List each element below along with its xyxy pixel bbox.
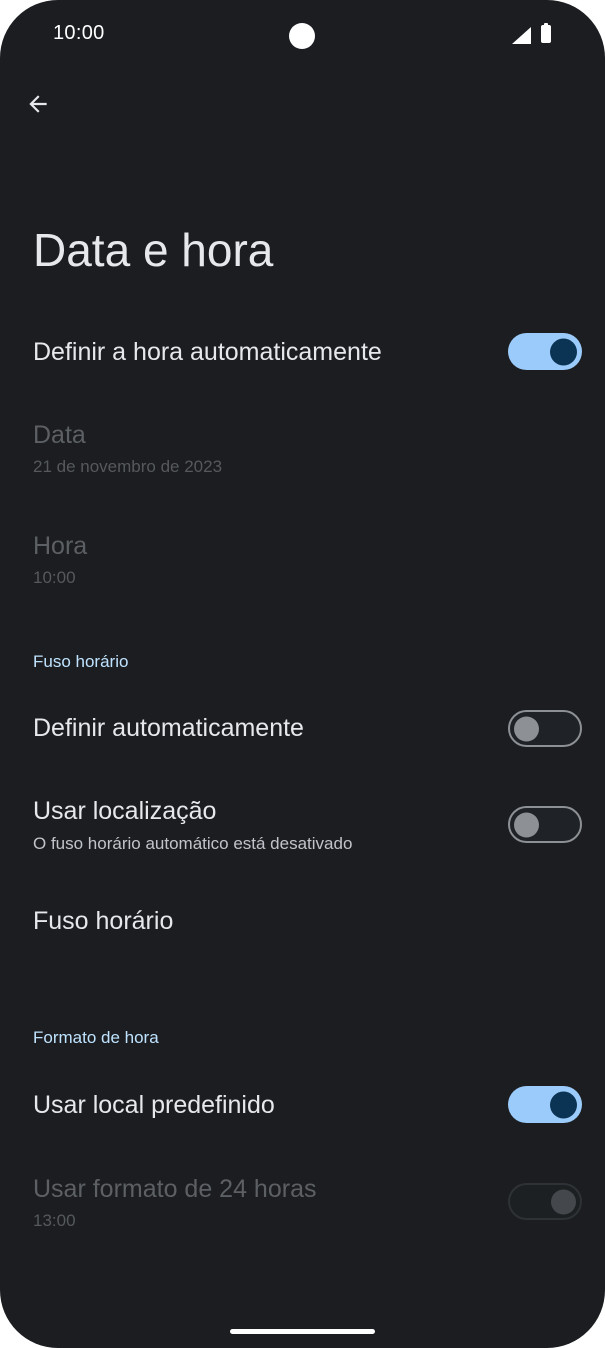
auto-timezone-row[interactable]: Definir automaticamente (0, 692, 605, 764)
battery-icon (541, 23, 551, 43)
time-summary: 10:00 (33, 568, 76, 587)
signal-icon (512, 27, 531, 44)
auto-time-row[interactable]: Definir a hora automaticamente (0, 316, 605, 388)
use-24-hour-title: Usar formato de 24 horas (33, 1175, 317, 1203)
use-location-title: Usar localização (33, 797, 217, 825)
status-bar-time: 10:00 (53, 22, 105, 44)
arrow-back-icon (29, 95, 47, 113)
back-button[interactable] (16, 82, 60, 126)
auto-time-toggle[interactable] (508, 333, 582, 370)
phone-screen: 10:00 Data e hora Definir a hora automat… (0, 0, 605, 1348)
time-row[interactable]: Hora 10:00 (0, 515, 605, 611)
use-locale-default-row[interactable]: Usar local predefinido (0, 1069, 605, 1141)
use-locale-default-title: Usar local predefinido (33, 1091, 275, 1119)
toggle-knob (550, 338, 577, 365)
auto-timezone-toggle[interactable] (508, 710, 582, 747)
timezone-row[interactable]: Fuso horário (0, 886, 605, 958)
date-summary: 21 de novembro de 2023 (33, 457, 223, 476)
use-location-toggle[interactable] (508, 806, 582, 843)
auto-time-title: Definir a hora automaticamente (33, 338, 382, 366)
use-24-hour-summary: 13:00 (33, 1211, 76, 1230)
front-camera (289, 23, 315, 49)
auto-timezone-title: Definir automaticamente (33, 714, 304, 742)
toggle-knob (514, 716, 539, 741)
use-24-hour-toggle (508, 1183, 582, 1220)
toggle-knob (514, 812, 539, 837)
use-24-hour-row: Usar formato de 24 horas 13:00 (0, 1158, 605, 1254)
gesture-nav-handle[interactable] (230, 1329, 375, 1334)
page-title: Data e hora (33, 224, 274, 276)
timezone-section-header: Fuso horário (33, 652, 129, 671)
timezone-title: Fuso horário (33, 907, 174, 935)
date-row[interactable]: Data 21 de novembro de 2023 (0, 404, 605, 500)
use-locale-default-toggle[interactable] (508, 1086, 582, 1123)
time-format-section-header: Formato de hora (33, 1028, 159, 1047)
time-title: Hora (33, 532, 88, 560)
use-location-summary: O fuso horário automático está desativad… (33, 834, 353, 853)
toggle-knob (551, 1189, 576, 1214)
date-title: Data (33, 421, 86, 449)
use-location-row[interactable]: Usar localização O fuso horário automáti… (0, 780, 605, 876)
toggle-knob (550, 1091, 577, 1118)
